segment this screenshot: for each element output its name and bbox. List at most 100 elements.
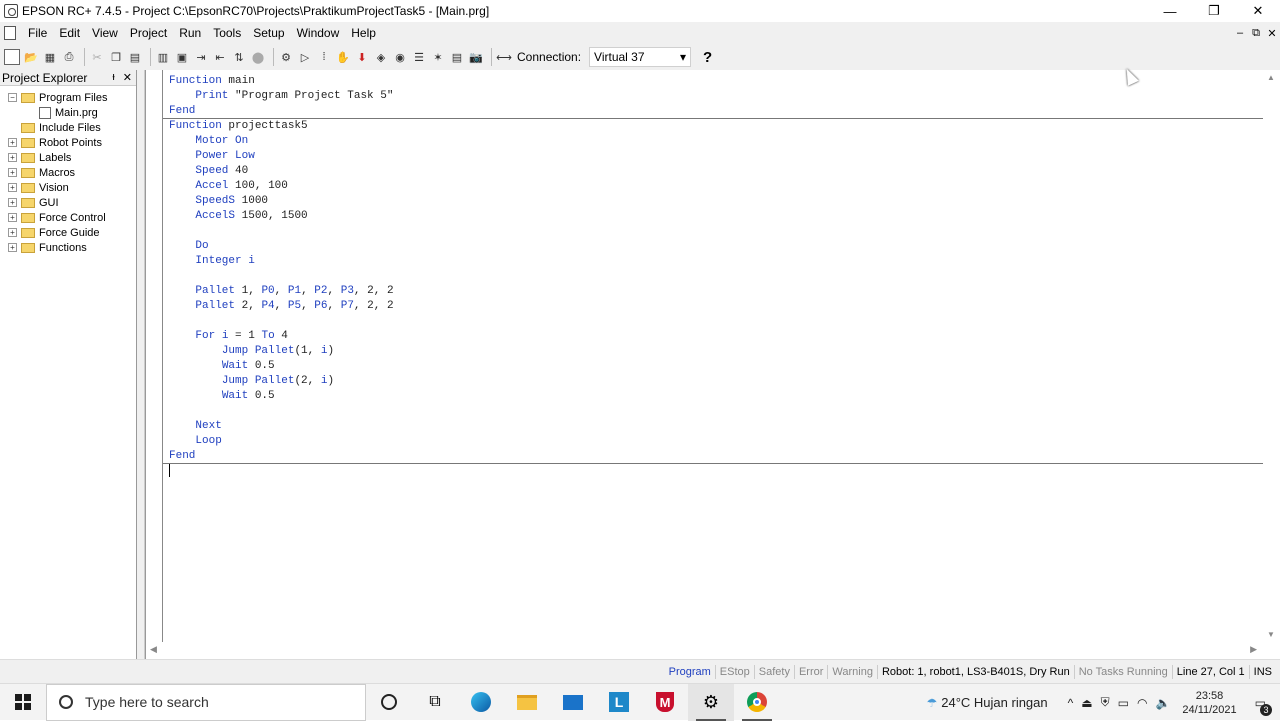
panel-splitter[interactable] — [137, 70, 145, 659]
battery-icon[interactable]: ▭ — [1118, 696, 1129, 710]
taskbar-mail[interactable] — [550, 684, 596, 721]
start-button[interactable] — [0, 684, 46, 721]
menu-run[interactable]: Run — [173, 26, 207, 40]
taskbar-epson-rc[interactable]: ⚙ — [688, 683, 734, 721]
code-line[interactable]: Power Low — [169, 149, 1263, 164]
close-button[interactable]: ✕ — [1236, 0, 1280, 22]
code-line[interactable]: Accel 100, 100 — [169, 179, 1263, 194]
menu-file[interactable]: File — [22, 26, 53, 40]
code-line[interactable]: Function projecttask5 — [169, 119, 1263, 134]
collapse-icon[interactable]: − — [8, 93, 17, 102]
simulator-icon[interactable]: ◈ — [373, 49, 389, 65]
menu-view[interactable]: View — [86, 26, 124, 40]
taskbar-search-box[interactable]: Type here to search — [46, 683, 366, 721]
code-line[interactable]: Loop — [169, 434, 1263, 449]
tree-node-main-prg[interactable]: Main.prg — [0, 105, 136, 120]
horizontal-scrollbar[interactable]: ◀ ▶ — [146, 642, 1280, 659]
notification-icon[interactable]: ▭ 3 — [1255, 696, 1272, 716]
help-button[interactable]: ? — [703, 49, 712, 66]
code-line[interactable] — [169, 269, 1263, 284]
weather-text[interactable]: 24°C Hujan ringan — [941, 695, 1047, 710]
cut-icon[interactable]: ✂ — [89, 49, 105, 65]
mdi-minimize-button[interactable]: ‒ — [1232, 27, 1248, 39]
code-line[interactable]: Motor On — [169, 134, 1263, 149]
command-window-icon[interactable]: ▷ — [297, 49, 313, 65]
usb-icon[interactable]: ⏏ — [1081, 696, 1092, 710]
tree-node-macros[interactable]: + Macros — [0, 165, 136, 180]
outdent-icon[interactable]: ⇤ — [212, 49, 228, 65]
copy-icon[interactable]: ❐ — [108, 49, 124, 65]
tree-node-force-control[interactable]: + Force Control — [0, 210, 136, 225]
expand-icon[interactable]: + — [8, 183, 17, 192]
code-line[interactable]: Do — [169, 239, 1263, 254]
expand-icon[interactable]: + — [8, 228, 17, 237]
code-line[interactable]: SpeedS 1000 — [169, 194, 1263, 209]
taskbar-edge[interactable] — [458, 684, 504, 721]
clock[interactable]: 23:58 24/11/2021 — [1182, 689, 1236, 717]
code-line[interactable]: Pallet 2, P4, P5, P6, P7, 2, 2 — [169, 299, 1263, 314]
io-label-icon[interactable]: ☰ — [411, 49, 427, 65]
print-icon[interactable]: ⎙ — [61, 49, 77, 65]
maximize-button[interactable]: ❐ — [1192, 0, 1236, 22]
mdi-close-button[interactable]: ✕ — [1264, 27, 1280, 40]
code-line[interactable]: Wait 0.5 — [169, 359, 1263, 374]
code-line[interactable] — [169, 404, 1263, 419]
code-line[interactable]: Pallet 1, P0, P1, P2, P3, 2, 2 — [169, 284, 1263, 299]
scroll-down-icon[interactable]: ▼ — [1267, 630, 1275, 639]
menu-project[interactable]: Project — [124, 26, 173, 40]
minimize-button[interactable]: — — [1148, 0, 1192, 22]
taskbar-chrome[interactable] — [734, 684, 780, 721]
menu-setup[interactable]: Setup — [247, 26, 290, 40]
wifi-icon[interactable]: ◠ — [1137, 696, 1147, 710]
connection-dropdown[interactable]: Virtual 37 ▾ — [589, 47, 692, 67]
code-line[interactable]: Fend — [163, 104, 1263, 119]
expand-icon[interactable]: + — [8, 198, 17, 207]
code-line[interactable]: Jump Pallet(1, i) — [169, 344, 1263, 359]
code-line[interactable]: Function main — [169, 74, 1263, 89]
tree-node-robot-points[interactable]: + Robot Points — [0, 135, 136, 150]
tree-node-vision[interactable]: + Vision — [0, 180, 136, 195]
expand-icon[interactable]: + — [8, 138, 17, 147]
taskbar-file-explorer[interactable] — [504, 684, 550, 721]
taskbar-app-l[interactable]: L — [596, 684, 642, 721]
code-editor[interactable]: Function main Print "Program Project Tas… — [145, 70, 1280, 659]
mdi-restore-button[interactable]: ⧉ — [1248, 27, 1264, 40]
download-icon[interactable]: ⬇ — [354, 49, 370, 65]
code-line[interactable]: For i = 1 To 4 — [169, 329, 1263, 344]
expand-icon[interactable]: + — [8, 153, 17, 162]
code-line[interactable]: Fend — [163, 449, 1263, 464]
task-view-button[interactable]: ⧉ — [412, 684, 458, 721]
run-window-icon[interactable]: ▣ — [174, 49, 190, 65]
tree-node-labels[interactable]: + Labels — [0, 150, 136, 165]
menu-window[interactable]: Window — [291, 26, 346, 40]
scroll-left-icon[interactable]: ◀ — [150, 644, 157, 655]
code-line[interactable] — [169, 314, 1263, 329]
code-line[interactable]: Jump Pallet(2, i) — [169, 374, 1263, 389]
indent-icon[interactable]: ⇥ — [193, 49, 209, 65]
code-line[interactable]: Print "Program Project Task 5" — [169, 89, 1263, 104]
close-icon[interactable]: ✕ — [123, 71, 132, 84]
robot-manager-icon[interactable]: ⚙ — [278, 49, 294, 65]
volume-icon[interactable]: 🔈 — [1155, 696, 1170, 710]
menu-tools[interactable]: Tools — [207, 26, 247, 40]
scroll-right-icon[interactable]: ▶ — [1250, 644, 1257, 655]
io-monitor-icon[interactable]: ⁞ — [316, 49, 332, 65]
stop-icon[interactable]: ⬤ — [250, 49, 266, 65]
jog-teach-icon[interactable]: ✋ — [335, 49, 351, 65]
code-line[interactable]: Integer i — [169, 254, 1263, 269]
new-file-icon[interactable] — [4, 49, 20, 65]
force-guide-icon[interactable]: ✶ — [430, 49, 446, 65]
chevron-up-icon[interactable]: ^ — [1068, 696, 1074, 710]
code-line[interactable]: Next — [169, 419, 1263, 434]
scroll-up-icon[interactable]: ▲ — [1267, 73, 1275, 82]
security-icon[interactable]: ⛨ — [1101, 695, 1110, 710]
camera-icon[interactable]: 📷 — [468, 49, 484, 65]
expand-icon[interactable]: + — [8, 213, 17, 222]
tree-node-gui[interactable]: + GUI — [0, 195, 136, 210]
save-all-icon[interactable]: ▦ — [42, 49, 58, 65]
taskbar-mcafee[interactable]: M — [642, 684, 688, 721]
code-line-cursor[interactable] — [169, 464, 1263, 479]
menu-edit[interactable]: Edit — [53, 26, 86, 40]
code-line[interactable]: Speed 40 — [169, 164, 1263, 179]
tree-node-force-guide[interactable]: + Force Guide — [0, 225, 136, 240]
